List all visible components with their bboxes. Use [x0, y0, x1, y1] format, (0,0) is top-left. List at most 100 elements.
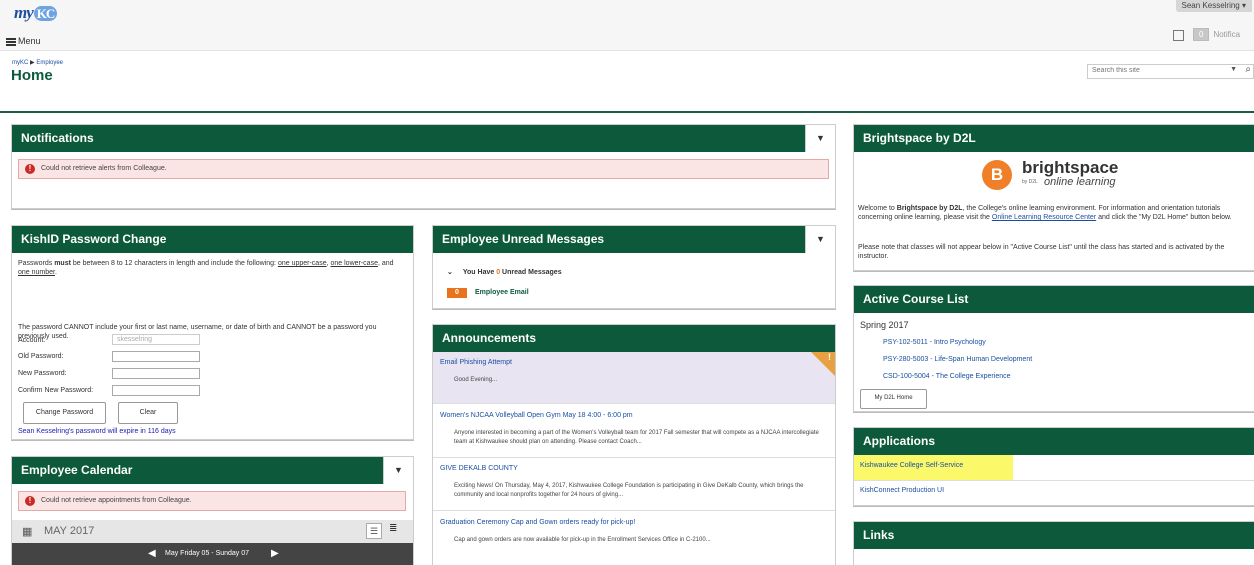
brightspace-logo-by: by D2L: [1022, 179, 1038, 185]
messages-summary[interactable]: ⌄ You Have 0 Unread Messages: [447, 268, 562, 276]
rule-number: one number: [18, 269, 55, 276]
brightspace-welcome-text: Welcome to Brightspace by D2L, the Colle…: [858, 204, 1254, 222]
brightspace-panel: Brightspace by D2L B brightspace by D2L …: [853, 124, 1254, 271]
links-panel-header: Links: [854, 522, 1254, 549]
rule-lower-case: one lower-case: [330, 260, 378, 267]
alert-error-message: ! Could not retrieve alerts from Colleag…: [18, 159, 829, 179]
account-field: skesselring: [112, 334, 200, 345]
change-password-button[interactable]: Change Password: [23, 402, 106, 424]
chevron-down-icon[interactable]: ▼: [383, 457, 413, 484]
breadcrumb: myKC ▶ Employee: [12, 59, 63, 66]
calendar-range-label: May Friday 05 - Sunday 07: [165, 550, 250, 557]
site-search: ▼ ⌕: [1087, 64, 1254, 79]
notifications-panel-header: Notifications ▼: [12, 125, 835, 152]
announcement-divider: [433, 510, 835, 511]
panel-title: KishID Password Change: [21, 232, 167, 246]
page-title: Home: [11, 67, 53, 84]
agenda-view-icon[interactable]: ≣: [389, 523, 397, 534]
rules-and: , and: [377, 260, 394, 267]
confirm-password-label: Confirm New Password:: [18, 387, 94, 394]
urgent-flag-icon: [811, 352, 835, 376]
chevron-down-icon[interactable]: ▼: [805, 125, 835, 152]
user-menu[interactable]: Sean Kesselring ▾: [1175, 0, 1252, 12]
employee-calendar-panel: Employee Calendar ▼ ! Could not retrieve…: [11, 456, 414, 565]
rules-must: must: [54, 260, 71, 267]
course-link[interactable]: PSY-280-5003 - Life-Span Human Developme…: [883, 356, 1032, 363]
chevron-down-icon[interactable]: ▼: [805, 226, 835, 253]
course-link[interactable]: PSY-102-5011 - Intro Psychology: [883, 339, 986, 346]
brightspace-logo: B brightspace by D2L online learning: [982, 158, 1142, 192]
confirm-password-field[interactable]: [112, 385, 200, 396]
links-panel: Links: [853, 521, 1254, 565]
panel-title: Links: [863, 528, 895, 542]
list-view-icon[interactable]: ☰: [366, 523, 382, 539]
announcements-panel-header: Announcements: [433, 325, 835, 352]
announcement-divider: [433, 457, 835, 458]
clear-button[interactable]: Clear: [118, 402, 178, 424]
menu-button[interactable]: Menu: [6, 36, 41, 47]
search-icon[interactable]: ⌕: [1245, 64, 1251, 75]
course-link[interactable]: CSD-100-5004 - The College Experience: [883, 373, 1011, 380]
rules-mid: be between 8 to 12 characters in length …: [70, 260, 278, 267]
announcement-body: Exciting News! On Thursday, May 4, 2017,…: [454, 483, 804, 498]
logo-kc: KC: [33, 6, 58, 21]
application-link-kishconnect[interactable]: KishConnect Production UI: [860, 487, 944, 494]
p1-a: Welcome to: [858, 205, 897, 212]
collapse-chevron-icon: ⌄: [447, 269, 453, 276]
announcement-body: Anyone interested in becoming a part of …: [454, 430, 819, 445]
header-divider: [0, 111, 1254, 113]
application-link-self-service[interactable]: Kishwaukee College Self-Service: [860, 462, 963, 469]
announcement-title[interactable]: Graduation Ceremony Cap and Gown orders …: [440, 519, 635, 526]
notification-count-badge: 0: [1193, 28, 1210, 41]
mykc-logo[interactable]: my KC: [14, 3, 58, 23]
search-input[interactable]: [1088, 65, 1222, 76]
summary-pre: You Have: [462, 269, 497, 276]
calendar-month-bar: ▦ MAY 2017 ☰ ≣: [12, 520, 413, 543]
error-text: Could not retrieve appointments from Col…: [41, 497, 192, 504]
breadcrumb-root[interactable]: myKC: [12, 60, 28, 66]
previous-week-icon[interactable]: ◀: [148, 543, 156, 565]
new-password-field[interactable]: [112, 368, 200, 379]
rules-end: .: [54, 269, 57, 276]
brightspace-panel-header: Brightspace by D2L: [854, 125, 1254, 152]
rule-upper-case: one upper-case: [277, 260, 327, 267]
old-password-label: Old Password:: [18, 353, 64, 360]
unread-messages-panel: Employee Unread Messages ▼ ⌄ You Have 0 U…: [432, 225, 836, 309]
messages-panel-header: Employee Unread Messages ▼: [433, 226, 835, 253]
calendar-error-message: ! Could not retrieve appointments from C…: [18, 491, 406, 511]
password-expiry-text: Sean Kesselring's password will expire i…: [18, 428, 176, 435]
error-text: Could not retrieve alerts from Colleague…: [41, 165, 167, 172]
panel-title: Employee Unread Messages: [442, 232, 605, 246]
my-d2l-home-button[interactable]: My D2L Home: [860, 389, 927, 409]
next-week-icon[interactable]: ▶: [271, 543, 279, 565]
calendar-range-bar: ◀ May Friday 05 - Sunday 07 ▶: [12, 543, 413, 565]
announcement-title[interactable]: Women's NJCAA Volleyball Open Gym May 18…: [440, 412, 633, 419]
top-bar: my KC Menu Sean Kesselring ▾ 0 Notifica: [0, 0, 1254, 51]
breadcrumb-current[interactable]: Employee: [36, 60, 63, 66]
calendar-panel-header: Employee Calendar ▼: [12, 457, 413, 484]
announcement-title[interactable]: Email Phishing Attempt: [440, 359, 512, 366]
announcement-title[interactable]: GIVE DEKALB COUNTY: [440, 465, 518, 472]
notifications-label: Notifica: [1213, 30, 1241, 39]
p1-b: Brightspace by D2L: [896, 205, 963, 212]
rules-pre: Passwords: [18, 260, 55, 267]
notifications-button[interactable]: 0 Notifica: [1193, 28, 1240, 41]
panel-title: Employee Calendar: [21, 463, 133, 477]
employee-email-link: Employee Email: [475, 289, 529, 296]
old-password-field[interactable]: [112, 351, 200, 362]
online-learning-link[interactable]: Online Learning Resource Center: [992, 214, 1096, 221]
urgent-exclamation: !: [828, 352, 831, 362]
fullscreen-icon[interactable]: [1173, 30, 1184, 41]
password-rules-text: Passwords must be between 8 to 12 charac…: [18, 259, 403, 277]
email-count-badge: 0: [447, 288, 467, 298]
search-scope-dropdown-icon[interactable]: ▼: [1230, 66, 1237, 73]
panel-title: Announcements: [442, 331, 537, 345]
announcement-divider: [433, 403, 835, 404]
calendar-icon: ▦: [22, 526, 33, 538]
panel-title: Active Course List: [863, 292, 969, 306]
employee-email-row[interactable]: 0 Employee Email: [447, 288, 529, 298]
logo-text: my: [14, 3, 34, 22]
notifications-panel: Notifications ▼ ! Could not retrieve ale…: [11, 124, 836, 209]
brightspace-logo-word: brightspace: [1022, 158, 1119, 177]
announcements-panel: Announcements ! Email Phishing Attempt G…: [432, 324, 836, 565]
